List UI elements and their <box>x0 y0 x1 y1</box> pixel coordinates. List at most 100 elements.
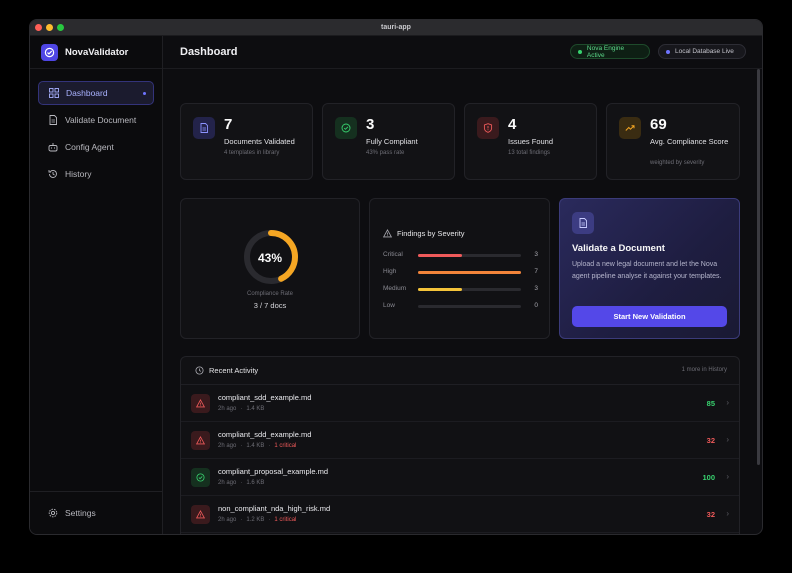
sidebar-nav: Dashboard Validate Document Config Agent… <box>30 69 162 186</box>
document-icon <box>49 115 57 125</box>
activity-row[interactable]: compliant_sdd_example.md 2h ago · 1.4 KB · 1 … <box>181 422 739 459</box>
severity-title: Findings by Severity <box>383 229 465 238</box>
validate-document-card: Validate a Document Upload a new legal d… <box>559 198 740 339</box>
severity-name: Critical <box>383 251 403 258</box>
meta-separator: · <box>240 406 243 412</box>
activity-filename: compliant_proposal_example.md <box>218 467 329 476</box>
stat-label: Issues Found <box>508 137 554 146</box>
window-controls <box>35 24 64 31</box>
more-in-history-link[interactable]: 1 more in History <box>682 367 727 373</box>
page-title: Dashboard <box>180 46 238 58</box>
title-bar: tauri-app <box>30 20 762 36</box>
severity-name: Medium <box>383 285 407 292</box>
stat-subtext: 4 templates in library <box>224 150 280 156</box>
sidebar-item-dashboard[interactable]: Dashboard <box>38 81 154 105</box>
stat-value: 69 <box>650 116 667 133</box>
activity-meta: 2h ago · 1.2 KB · 1 critical <box>218 517 296 523</box>
sidebar-item-label: Validate Document <box>65 115 137 125</box>
stat-label: Avg. Compliance Score <box>650 137 729 146</box>
window-title: tauri-app <box>381 24 411 31</box>
maximize-window-button[interactable] <box>57 24 64 31</box>
activity-filename: non_compliant_nda_high_risk.md <box>218 504 331 513</box>
severity-bar-track <box>418 254 521 257</box>
activity-critical-count: 1 critical <box>274 517 297 523</box>
clock-icon <box>195 366 204 375</box>
severity-count: 7 <box>534 268 538 275</box>
activity-meta: 2h ago · 1.6 KB <box>218 480 264 486</box>
compliance-subtext: 3 / 7 docs <box>253 301 287 310</box>
chevron-right-icon: › <box>726 435 729 444</box>
robot-icon <box>48 143 58 152</box>
shield-alert-icon <box>477 117 499 139</box>
sidebar-item-validate-document[interactable]: Validate Document <box>38 108 154 132</box>
cta-description: Upload a new legal document and let the … <box>572 261 722 280</box>
check-circle-icon <box>335 117 357 139</box>
severity-count: 3 <box>534 251 538 258</box>
engine-status-badge: Nova Engine Active <box>570 44 650 59</box>
close-window-button[interactable] <box>35 24 42 31</box>
severity-bar-track <box>418 271 521 274</box>
main-content: Dashboard Nova Engine Active Local Datab… <box>163 36 762 534</box>
check-circle-icon <box>191 468 210 487</box>
severity-name: Low <box>383 302 395 309</box>
activity-row[interactable]: non_compliant_nda_high_risk.md 2h ago · 1.2… <box>181 496 739 533</box>
brand-name: NovaValidator <box>65 46 129 58</box>
gear-icon <box>48 508 58 518</box>
meta-separator: · <box>240 517 243 523</box>
stat-card-avg-compliance-score: 69 Avg. Compliance Score weighted by sev… <box>606 103 740 180</box>
stat-value: 3 <box>366 116 375 133</box>
compliance-donut-chart <box>244 230 298 284</box>
activity-filename: compliant_sdd_example.md <box>218 393 312 402</box>
start-new-validation-button[interactable]: Start New Validation <box>572 306 727 327</box>
sidebar-item-history[interactable]: History <box>38 162 154 186</box>
activity-row[interactable]: compliant_sdd_example.md 2h ago · 1.4 KB 85 › <box>181 385 739 422</box>
activity-time: 2h ago <box>218 443 237 449</box>
stat-value: 4 <box>508 116 517 133</box>
cta-title: Validate a Document <box>572 243 665 254</box>
document-icon <box>572 212 594 234</box>
severity-bar-fill <box>418 288 463 291</box>
meta-separator: · <box>268 517 271 523</box>
sidebar-item-config-agent[interactable]: Config Agent <box>38 135 154 159</box>
chevron-right-icon: › <box>726 509 729 518</box>
activity-size: 1.6 KB <box>246 480 265 486</box>
recent-activity-panel: Recent Activity 1 more in History compli… <box>180 356 740 534</box>
activity-score: 32 <box>706 436 715 445</box>
active-indicator <box>143 92 146 95</box>
warning-icon <box>191 505 210 524</box>
activity-row[interactable]: compliant_nda_example.md100› <box>181 533 739 534</box>
activity-score: 32 <box>706 510 715 519</box>
severity-bar-track <box>418 288 521 291</box>
activity-critical-count: 1 critical <box>274 443 297 449</box>
compliance-label: Compliance Rate <box>246 291 294 297</box>
activity-size: 1.4 KB <box>246 406 265 412</box>
database-status-badge: Local Database Live <box>658 44 746 59</box>
sidebar-item-label: Dashboard <box>66 88 108 98</box>
stat-label: Documents Validated <box>224 137 295 146</box>
warning-icon <box>383 229 392 238</box>
stat-subtext: 43% pass rate <box>366 150 405 156</box>
trending-up-icon <box>619 117 641 139</box>
activity-size: 1.2 KB <box>246 517 265 523</box>
stat-subtext: 13 total findings <box>508 150 551 156</box>
activity-size: 1.4 KB <box>246 443 265 449</box>
activity-row[interactable]: compliant_proposal_example.md 2h ago · 1.6 … <box>181 459 739 496</box>
engine-status-text: Nova Engine Active <box>586 44 625 59</box>
chevron-right-icon: › <box>726 398 729 407</box>
meta-separator: · <box>240 480 243 486</box>
scrollbar[interactable] <box>757 69 760 465</box>
sidebar-item-settings[interactable]: Settings <box>30 491 162 534</box>
database-status-text: Local Database Live <box>675 48 734 55</box>
activity-score: 100 <box>702 473 715 482</box>
severity-row-critical: Critical 3 <box>383 251 538 261</box>
status-dot <box>666 49 670 54</box>
severity-bar-fill <box>418 271 521 274</box>
minimize-window-button[interactable] <box>46 24 53 31</box>
stat-card-issues-found: 4 Issues Found 13 total findings <box>464 103 597 180</box>
chevron-right-icon: › <box>726 472 729 481</box>
activity-time: 2h ago <box>218 406 237 412</box>
stat-label: Fully Compliant <box>366 137 418 146</box>
severity-row-low: Low 0 <box>383 302 538 312</box>
severity-name: High <box>383 268 397 275</box>
severity-count: 0 <box>534 302 538 309</box>
